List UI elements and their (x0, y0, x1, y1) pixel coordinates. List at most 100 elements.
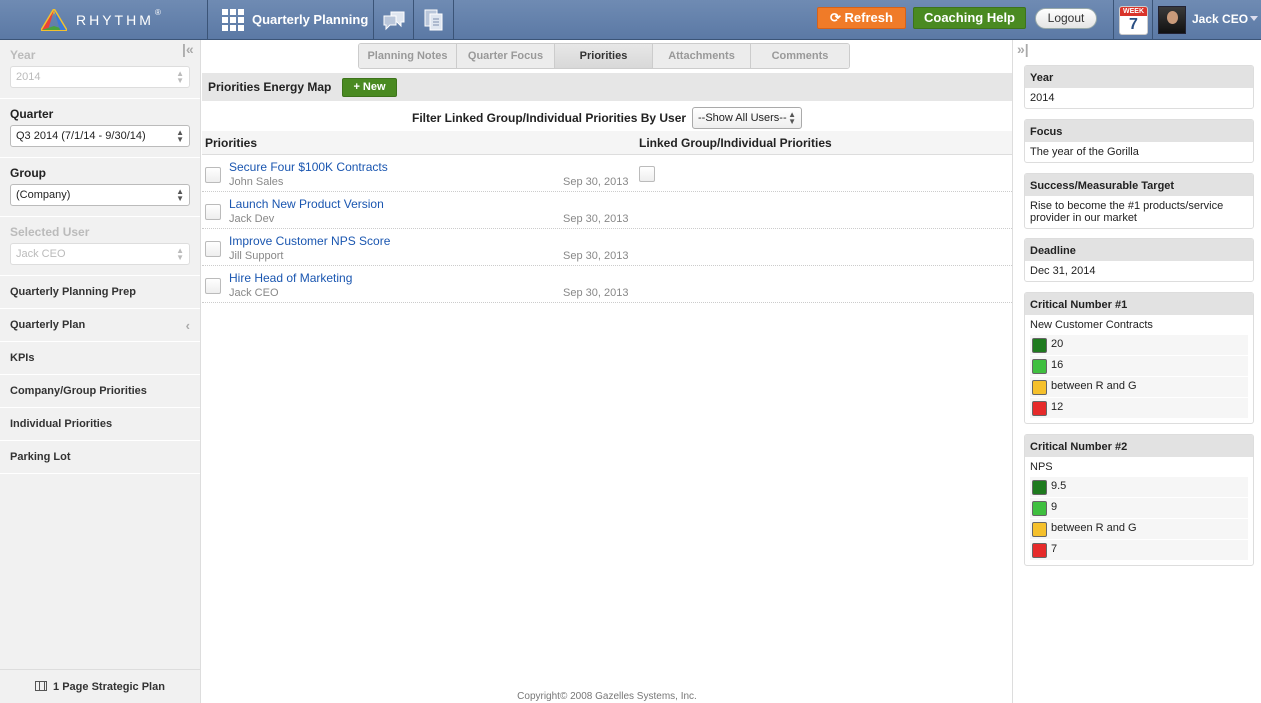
table-row: Secure Four $100K Contracts John Sales S… (202, 155, 1012, 192)
one-page-strategic-plan-link[interactable]: 1 Page Strategic Plan (0, 669, 200, 703)
chevron-left-icon: ‹ (185, 318, 190, 333)
calendar-icon: WEEK 7 (1119, 6, 1148, 35)
critical-number-1-card: Critical Number #1 New Customer Contract… (1024, 292, 1254, 424)
priority-link[interactable]: Hire Head of Marketing (229, 271, 352, 285)
week-number: 7 (1129, 16, 1138, 33)
top-bar: RHYTHM ® Quarterly Planning ⟳ Refresh Co… (0, 0, 1261, 40)
table-row: Launch New Product Version Jack Dev Sep … (202, 192, 1012, 229)
user-menu[interactable]: Jack CEO (1154, 0, 1261, 40)
module-switcher[interactable]: Quarterly Planning (208, 0, 374, 40)
tab-priorities[interactable]: Priorities (555, 44, 653, 68)
status-green-icon (1032, 359, 1047, 374)
priority-link[interactable]: Secure Four $100K Contracts (229, 160, 388, 174)
group-select-value: (Company) (16, 189, 71, 201)
priority-checkbox[interactable] (205, 278, 221, 294)
select-arrows-icon: ▲ ▼ (176, 128, 184, 144)
user-filter-select[interactable]: --Show All Users-- ▲ ▼ (692, 107, 802, 129)
tab-attachments[interactable]: Attachments (653, 44, 751, 68)
sidebar-item-quarterly-planning-prep[interactable]: Quarterly Planning Prep (0, 276, 200, 309)
week-calendar-button[interactable]: WEEK 7 (1113, 0, 1153, 40)
tab-quarter-focus[interactable]: Quarter Focus (457, 44, 555, 68)
user-name: Jack CEO (1192, 12, 1249, 26)
sidebar-item-kpis[interactable]: KPIs (0, 342, 200, 375)
chat-bubbles-icon (383, 11, 405, 31)
rhythm-logo-icon (41, 9, 67, 31)
year-select-value: 2014 (16, 71, 41, 83)
sidebar-item-label: Individual Priorities (10, 418, 113, 430)
priority-checkbox[interactable] (205, 241, 221, 257)
critical-number-name: NPS (1030, 461, 1053, 473)
group-select[interactable]: (Company) ▲ ▼ (10, 184, 190, 206)
new-priority-button[interactable]: + New (342, 78, 397, 97)
quarter-filter: Quarter Q3 2014 (7/1/14 - 9/30/14) ▲ ▼ (0, 99, 200, 158)
status-dark-green-icon (1032, 480, 1047, 495)
target-card: Success/Measurable Target Rise to become… (1024, 173, 1254, 229)
year-filter: Year 2014 ▲ ▼ (0, 40, 200, 99)
table-row: Hire Head of Marketing Jack CEO Sep 30, … (202, 266, 1012, 303)
level-value: 20 (1051, 338, 1064, 350)
selected-user-label: Selected User (10, 225, 90, 239)
card-value: 2014 (1030, 92, 1055, 104)
collapse-right-icon[interactable]: »| (1017, 41, 1029, 57)
focus-card: Focus The year of the Gorilla (1024, 119, 1254, 163)
level-row-green: 9 (1030, 498, 1248, 518)
coaching-help-button[interactable]: Coaching Help (913, 7, 1026, 29)
quarter-label: Quarter (10, 107, 54, 121)
sidebar-item-label: Quarterly Planning Prep (10, 286, 136, 298)
tab-planning-notes[interactable]: Planning Notes (359, 44, 457, 68)
refresh-icon: ⟳ (830, 10, 845, 25)
level-value: 7 (1051, 543, 1058, 555)
level-value: 12 (1051, 401, 1064, 413)
chat-button[interactable] (374, 0, 414, 40)
logout-button[interactable]: Logout (1035, 8, 1097, 29)
card-title: Success/Measurable Target (1025, 174, 1253, 196)
priority-date: Sep 30, 2013 (563, 287, 629, 299)
card-title: Critical Number #1 (1025, 293, 1253, 315)
documents-button[interactable] (414, 0, 454, 40)
priority-checkbox[interactable] (205, 204, 221, 220)
selected-user-filter: Selected User Jack CEO ▲ ▼ (0, 217, 200, 276)
critical-number-body: New Customer Contracts 20 16 between R a… (1025, 315, 1253, 423)
sidebar-item-label: Parking Lot (10, 451, 71, 463)
priority-link[interactable]: Improve Customer NPS Score (229, 234, 390, 248)
level-value: 9 (1051, 501, 1058, 513)
week-label: WEEK (1120, 7, 1147, 16)
refresh-button[interactable]: ⟳ Refresh (817, 7, 906, 29)
status-yellow-icon (1032, 522, 1047, 537)
brand-name: RHYTHM (76, 12, 154, 28)
level-row-green-dark: 9.5 (1030, 477, 1248, 497)
linked-priority-checkbox[interactable] (639, 166, 655, 182)
priority-date: Sep 30, 2013 (563, 213, 629, 225)
card-title: Critical Number #2 (1025, 435, 1253, 457)
documents-icon (424, 9, 443, 31)
sidebar-item-individual-priorities[interactable]: Individual Priorities (0, 408, 200, 441)
critical-number-2-card: Critical Number #2 NPS 9.5 9 between R a… (1024, 434, 1254, 566)
chevron-down-icon (1250, 16, 1258, 21)
level-value: between R and G (1051, 380, 1137, 392)
priority-checkbox[interactable] (205, 167, 221, 183)
priority-owner: Jill Support (229, 250, 284, 262)
one-page-label: 1 Page Strategic Plan (53, 681, 165, 693)
tab-comments[interactable]: Comments (751, 44, 849, 68)
level-row-green: 16 (1030, 356, 1248, 376)
sidebar-item-parking-lot[interactable]: Parking Lot (0, 441, 200, 474)
sidebar-item-company-group-priorities[interactable]: Company/Group Priorities (0, 375, 200, 408)
avatar (1158, 6, 1186, 34)
sidebar-item-label: Quarterly Plan (10, 319, 86, 331)
quarter-select[interactable]: Q3 2014 (7/1/14 - 9/30/14) ▲ ▼ (10, 125, 190, 147)
card-title: Deadline (1025, 239, 1253, 261)
selected-user-select: Jack CEO ▲ ▼ (10, 243, 190, 265)
sidebar-item-quarterly-plan[interactable]: Quarterly Plan ‹ (0, 309, 200, 342)
level-value: 16 (1051, 359, 1064, 371)
priority-owner: Jack CEO (229, 287, 279, 299)
priority-date: Sep 30, 2013 (563, 176, 629, 188)
level-value: 9.5 (1051, 480, 1067, 492)
logo[interactable]: RHYTHM ® (0, 0, 208, 40)
level-value: between R and G (1051, 522, 1137, 534)
tab-bar: Planning Notes Quarter Focus Priorities … (358, 43, 850, 69)
priority-link[interactable]: Launch New Product Version (229, 197, 384, 211)
priority-owner: Jack Dev (229, 213, 275, 225)
card-value: Dec 31, 2014 (1030, 265, 1096, 277)
map-icon (35, 681, 48, 691)
user-filter-value: --Show All Users-- (698, 112, 787, 124)
